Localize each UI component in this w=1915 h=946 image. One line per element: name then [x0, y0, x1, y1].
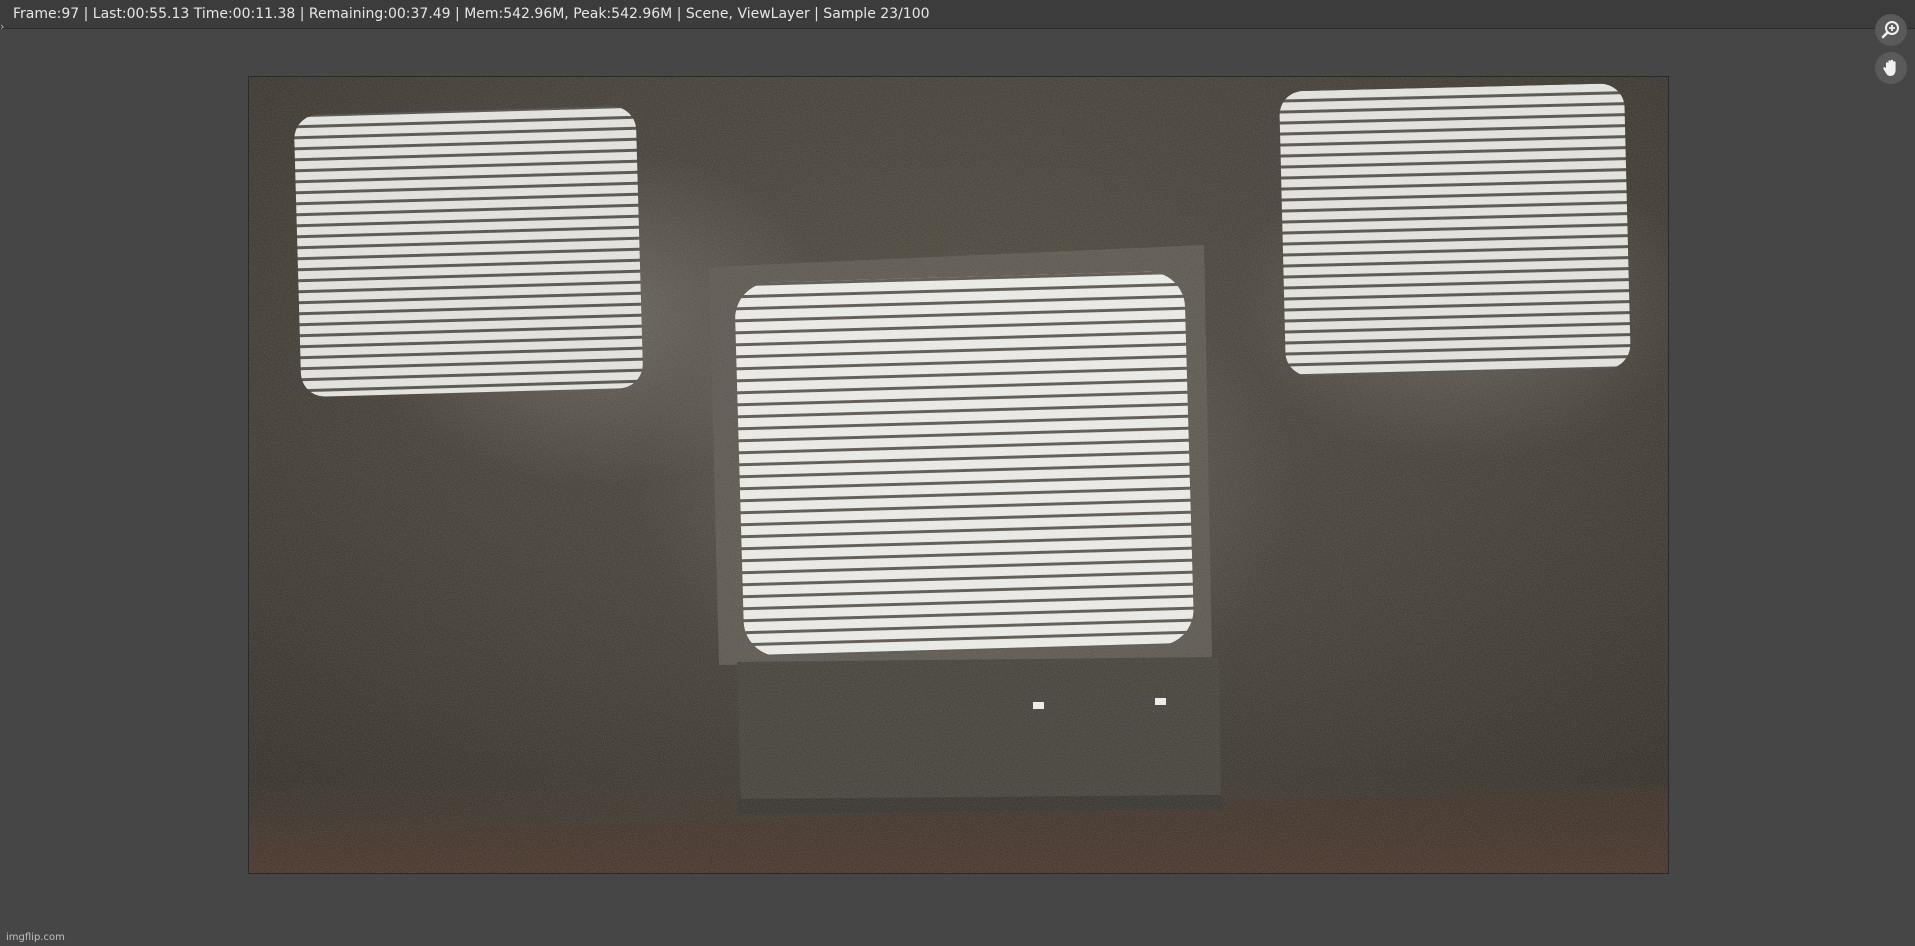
chevron-right-icon[interactable]: › [0, 20, 8, 34]
viewport-navigation-tools [1875, 14, 1909, 90]
image-editor-window: › Frame:97 | Last:00:55.13 Time:00:11.38… [0, 0, 1915, 946]
render-status-text: Frame:97 | Last:00:55.13 Time:00:11.38 |… [13, 6, 930, 22]
hand-pan-icon [1883, 59, 1896, 76]
imgflip-watermark: imgflip.com [6, 932, 65, 943]
zoom-button[interactable] [1875, 14, 1907, 46]
zoom-in-icon [1881, 21, 1899, 39]
render-image-canvas [249, 77, 1668, 873]
pan-button[interactable] [1875, 52, 1907, 84]
render-status-bar: › Frame:97 | Last:00:55.13 Time:00:11.38… [0, 0, 1915, 33]
render-result-image[interactable] [248, 76, 1669, 874]
